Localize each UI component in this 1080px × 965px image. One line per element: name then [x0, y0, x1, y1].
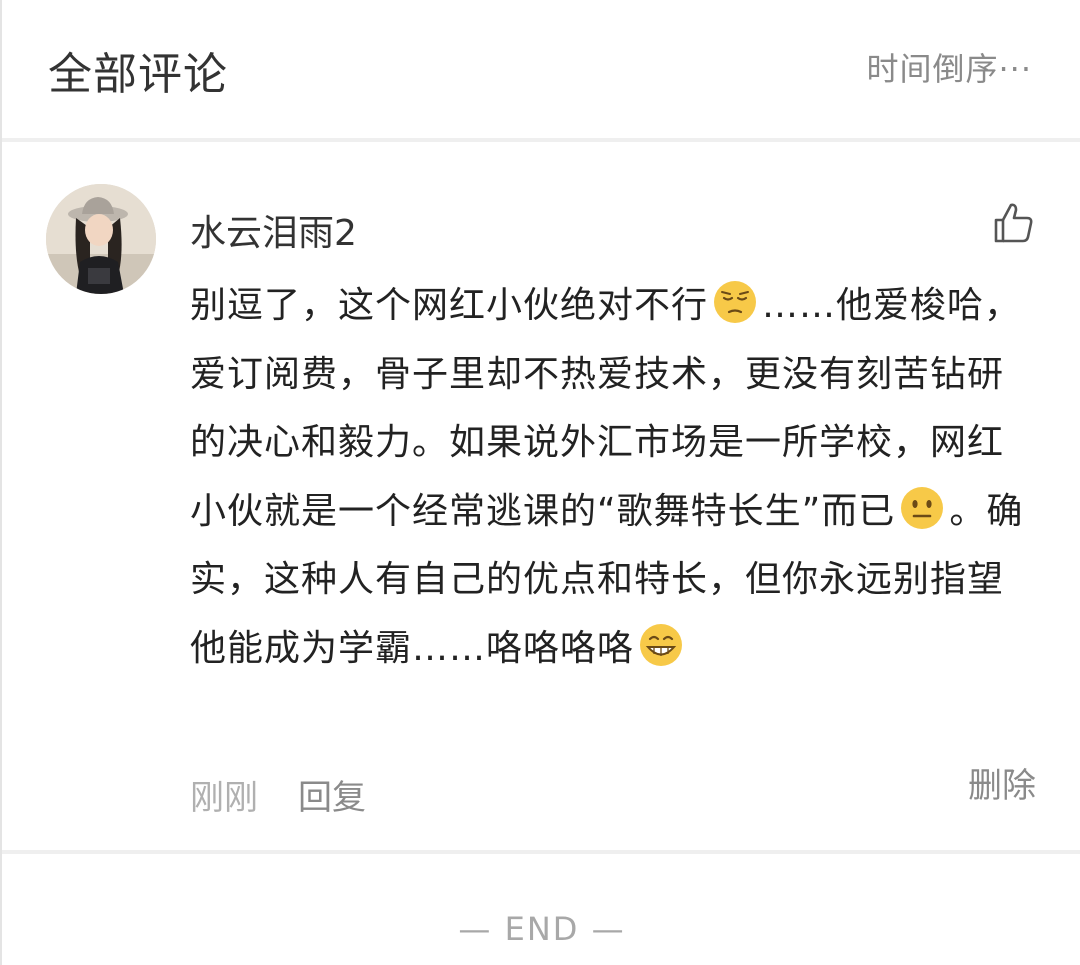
neutral-face-emoji-icon [899, 485, 945, 531]
page-title: 全部评论 [48, 49, 228, 100]
comments-header: 全部评论 时间倒序··· [2, 0, 1080, 138]
delete-button[interactable]: 删除 [968, 758, 1036, 807]
avatar-image [46, 184, 156, 294]
comment-text-part-1: 别逗了，这个网红小伙绝对不行 [190, 285, 709, 326]
comment-divider [2, 850, 1080, 854]
reply-button[interactable]: 回复 [298, 770, 366, 819]
comment-body: 别逗了，这个网红小伙绝对不行 ……他爱梭哈，爱订阅费，骨子里却不热爱技术，更没有刻… [190, 272, 1040, 683]
comment-timestamp: 刚刚 [190, 778, 258, 818]
comment-username[interactable]: 水云泪雨2 [190, 204, 357, 256]
sort-order-button[interactable]: 时间倒序··· [866, 44, 1032, 90]
pensive-face-emoji-icon [712, 279, 758, 325]
comment-item: 水云泪雨2 别逗了，这个网红小伙绝对不行 ……他爱梭哈，爱订阅费，骨子里却不热爱技… [2, 142, 1080, 850]
grinning-face-emoji-icon [638, 622, 684, 668]
comments-page: 全部评论 时间倒序··· 水云泪雨2 别逗了，这个网红小伙绝对不行 ……他爱梭哈… [0, 0, 1080, 965]
thumbs-up-icon[interactable] [990, 200, 1036, 246]
avatar[interactable] [46, 184, 156, 294]
end-marker: — END — [458, 910, 626, 948]
more-dots-icon: ··· [998, 50, 1032, 88]
sort-order-label: 时间倒序 [866, 50, 999, 88]
